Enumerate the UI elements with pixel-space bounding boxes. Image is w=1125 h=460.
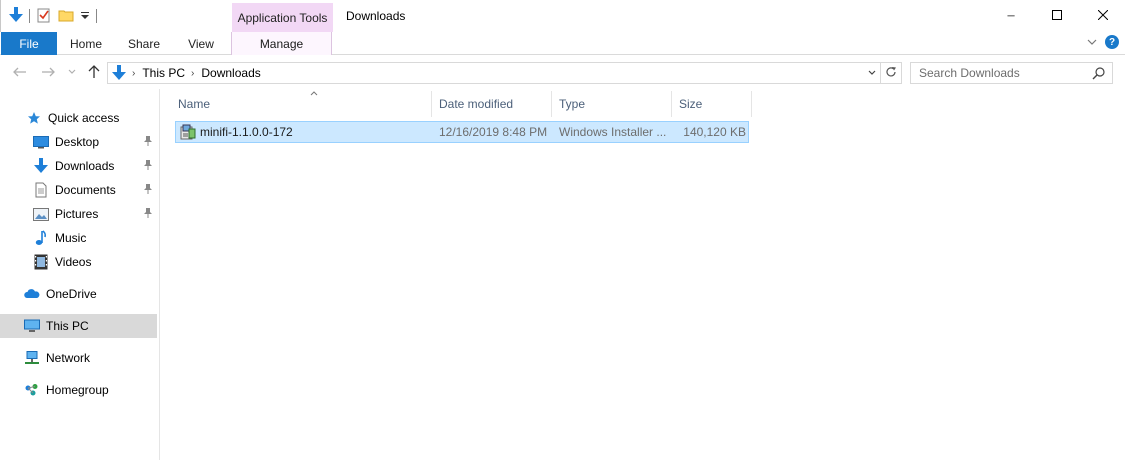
desktop-icon (33, 134, 49, 150)
customize-dropdown-icon[interactable] (80, 9, 90, 24)
homegroup-icon (24, 382, 40, 398)
nav-item-downloads[interactable]: Downloads (0, 154, 157, 178)
help-icon[interactable]: ? (1105, 35, 1119, 49)
column-header-label: Date modified (439, 97, 514, 111)
window-title: Downloads (346, 9, 406, 23)
maximize-icon (1052, 9, 1062, 23)
expand-ribbon-chevron-icon[interactable] (1087, 35, 1097, 49)
toolbar-separator (29, 9, 30, 23)
nav-item-documents[interactable]: Documents (0, 178, 157, 202)
sort-ascending-icon (310, 89, 318, 98)
nav-label: This PC (46, 319, 89, 333)
videos-icon (33, 254, 49, 270)
nav-label: Quick access (48, 111, 120, 125)
maximize-button[interactable] (1034, 0, 1080, 32)
network-icon (24, 350, 40, 366)
type-cell: Windows Installer ... (559, 125, 667, 139)
nav-item-music[interactable]: Music (0, 226, 157, 250)
file-name: minifi-1.1.0.0-172 (200, 125, 293, 139)
forward-arrow-icon[interactable] (40, 64, 56, 80)
pin-icon[interactable] (143, 183, 153, 198)
downloads-location-icon (112, 65, 126, 81)
navigation-bar: › This PC › Downloads (0, 55, 1125, 89)
tab-view[interactable]: View (177, 32, 225, 55)
breadcrumb-downloads[interactable]: Downloads (201, 63, 260, 83)
title-bar: Application Tools Downloads ─ (0, 0, 1125, 32)
nav-item-videos[interactable]: Videos (0, 250, 157, 274)
ribbon-controls: ? (1087, 35, 1119, 49)
column-header-label: Name (178, 97, 211, 111)
address-bar[interactable]: › This PC › Downloads (107, 62, 881, 84)
nav-label: Documents (55, 183, 116, 197)
star-icon (26, 110, 42, 126)
context-tab-application-tools: Application Tools (232, 3, 333, 32)
nav-item-quick-access[interactable]: Quick access (0, 106, 157, 130)
column-header-type[interactable]: Type (554, 91, 672, 117)
breadcrumb-this-pc[interactable]: This PC (142, 63, 185, 83)
nav-label: OneDrive (46, 287, 97, 301)
up-arrow-icon[interactable] (86, 64, 102, 80)
pin-icon[interactable] (143, 207, 153, 222)
breadcrumb-chevron-icon[interactable]: › (191, 68, 194, 79)
cloud-icon (24, 286, 40, 302)
nav-label: Music (55, 231, 87, 245)
nav-label: Downloads (55, 159, 115, 173)
back-arrow-icon[interactable] (12, 64, 28, 80)
nav-item-onedrive[interactable]: OneDrive (0, 282, 157, 306)
column-header-size[interactable]: Size (674, 91, 752, 117)
properties-check-icon[interactable] (36, 7, 52, 26)
tab-share[interactable]: Share (120, 32, 168, 55)
search-input[interactable] (919, 66, 1089, 80)
tab-home[interactable]: Home (62, 32, 110, 55)
address-dropdown-icon[interactable] (866, 66, 878, 80)
close-icon (1097, 9, 1109, 23)
close-button[interactable] (1080, 0, 1125, 32)
computer-icon (24, 318, 40, 334)
music-icon (33, 230, 49, 246)
nav-label: Pictures (55, 207, 99, 221)
search-box[interactable] (910, 62, 1113, 84)
nav-item-homegroup[interactable]: Homegroup (0, 378, 157, 402)
search-icon[interactable] (1092, 66, 1106, 83)
recent-locations-chevron-icon[interactable] (64, 64, 80, 80)
navigation-pane: Quick access Desktop Downloads Documents (0, 89, 160, 460)
nav-item-network[interactable]: Network (0, 346, 157, 370)
refresh-icon (885, 66, 897, 81)
quick-access-toolbar (9, 6, 97, 26)
tab-file[interactable]: File (1, 32, 57, 55)
nav-label: Network (46, 351, 91, 365)
toolbar-separator (96, 9, 97, 23)
installer-package-icon (180, 124, 196, 140)
date-modified-cell: 12/16/2019 8:48 PM (439, 125, 548, 139)
nav-label: Videos (55, 255, 92, 269)
nav-label: Homegroup (46, 383, 109, 397)
column-header-label: Type (559, 97, 586, 111)
pictures-icon (33, 206, 49, 222)
column-header-label: Size (679, 97, 703, 111)
pin-icon[interactable] (143, 135, 153, 150)
breadcrumb-chevron-icon[interactable]: › (132, 68, 135, 79)
table-row[interactable]: minifi-1.1.0.0-172 12/16/2019 8:48 PM Wi… (175, 121, 749, 143)
tab-manage[interactable]: Manage (231, 32, 332, 55)
nav-item-pictures[interactable]: Pictures (0, 202, 157, 226)
documents-icon (33, 182, 49, 198)
refresh-button[interactable] (881, 62, 902, 84)
ribbon-tabs: File Home Share View Manage ? (0, 32, 1125, 55)
size-cell: 140,120 KB (683, 125, 746, 139)
minimize-icon: ─ (1007, 10, 1015, 22)
file-list: Name Date modified Type Size minifi-1.1.… (161, 89, 1125, 460)
minimize-button[interactable]: ─ (988, 0, 1034, 32)
new-folder-icon[interactable] (58, 7, 74, 26)
nav-item-desktop[interactable]: Desktop (0, 130, 157, 154)
pin-icon[interactable] (143, 159, 153, 174)
downloads-icon (33, 158, 49, 174)
download-arrow-icon[interactable] (9, 6, 23, 26)
column-header-name[interactable]: Name (173, 91, 432, 117)
nav-item-this-pc[interactable]: This PC (0, 314, 157, 338)
column-header-date-modified[interactable]: Date modified (434, 91, 552, 117)
file-name-cell: minifi-1.1.0.0-172 (180, 122, 435, 142)
nav-label: Desktop (55, 135, 100, 149)
